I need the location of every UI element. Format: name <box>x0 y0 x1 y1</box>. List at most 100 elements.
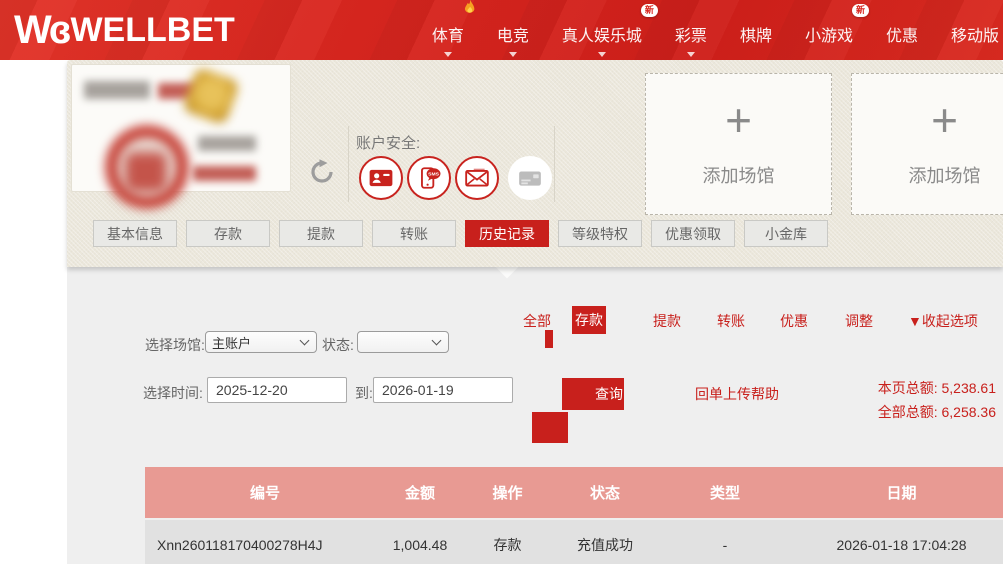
cell-transaction-id: Xnn260118170400278H4J <box>145 519 385 564</box>
filter-link-adjustment[interactable]: 调整 <box>845 311 873 331</box>
divider <box>348 126 349 202</box>
add-venue-label: 添加场馆 <box>909 162 981 188</box>
logo-text: WELLBET <box>70 8 234 52</box>
time-range-label: 选择时间: <box>143 383 203 403</box>
main-menu: 体育 电竞 新 真人娱乐城 彩票 棋牌 新 小游戏 <box>432 0 1001 60</box>
nav-item-sports[interactable]: 体育 <box>432 0 464 60</box>
table-row[interactable]: Xnn260118170400278H4J 1,004.48 存款 充值成功 -… <box>145 519 1003 564</box>
nav-label: 体育 <box>432 22 464 46</box>
blurred-account-line <box>198 136 256 151</box>
tab-vault[interactable]: 小金库 <box>744 220 828 247</box>
refresh-balance-button[interactable] <box>308 158 338 188</box>
collapse-options-link[interactable]: ▼收起选项 <box>908 311 978 331</box>
nav-label: 棋牌 <box>740 22 772 46</box>
nav-label: 真人娱乐城 <box>562 22 642 46</box>
bank-card-icon[interactable] <box>508 156 552 200</box>
vip-badge-icon <box>182 67 241 126</box>
all-total: 全部总额: 6,258.36 <box>878 400 996 424</box>
cell-date: 2026-01-18 17:04:28 <box>800 519 1003 564</box>
chevron-down-icon <box>598 52 606 57</box>
tab-transfer[interactable]: 转账 <box>372 220 456 247</box>
filter-link-all[interactable]: 全部 <box>523 311 551 331</box>
status-select-label: 状态: <box>322 335 354 355</box>
filter-link-transfer[interactable]: 转账 <box>717 311 745 331</box>
chevron-down-icon <box>509 52 517 57</box>
history-table: 编号 金额 操作 状态 类型 日期 Xnn260118170400278H4J … <box>145 467 1003 564</box>
header-cell-amount: 金额 <box>385 467 455 519</box>
plus-icon: + <box>931 100 958 140</box>
page: Wɞ WELLBET 体育 电竞 新 真人娱乐城 <box>0 0 1003 564</box>
id-card-icon[interactable] <box>359 156 403 200</box>
nav-item-esports[interactable]: 电竞 <box>497 0 529 60</box>
nav-label: 彩票 <box>675 22 707 46</box>
nav-item-mini-games[interactable]: 新 小游戏 <box>805 0 853 60</box>
chevron-down-icon <box>444 52 452 57</box>
nav-label: 电竞 <box>497 22 529 46</box>
tab-history[interactable]: 历史记录 <box>465 220 549 247</box>
sms-phone-icon[interactable]: SMS <box>407 156 451 200</box>
nav-item-promotions[interactable]: 优惠 <box>886 0 918 60</box>
chevron-down-icon <box>432 336 442 346</box>
flame-icon <box>463 0 477 22</box>
nav-item-mobile-version[interactable]: 移动版 <box>951 0 999 60</box>
tab-withdraw[interactable]: 提款 <box>279 220 363 247</box>
new-badge: 新 <box>852 4 869 17</box>
page-total-value: 5,238.61 <box>942 380 997 396</box>
add-venue-card[interactable]: + 添加场馆 <box>645 73 832 215</box>
plus-icon: + <box>725 100 752 140</box>
status-select[interactable] <box>357 331 449 353</box>
filter-link-withdraw[interactable]: 提款 <box>653 311 681 331</box>
nav-item-lottery[interactable]: 彩票 <box>675 0 707 60</box>
venue-select-value: 主账户 <box>212 333 297 352</box>
venue-select[interactable]: 主账户 <box>205 331 317 353</box>
nav-item-board-games[interactable]: 棋牌 <box>740 0 772 60</box>
page-total-label: 本页总额: <box>878 380 938 396</box>
chevron-down-icon <box>687 52 695 57</box>
nav-label: 小游戏 <box>805 22 853 46</box>
nav-item-live-casino[interactable]: 新 真人娱乐城 <box>562 0 642 60</box>
add-venue-label: 添加场馆 <box>703 162 775 188</box>
header-cell-status: 状态 <box>560 467 650 519</box>
account-panel: 账户安全: SMS <box>67 60 1003 267</box>
header-cell-date: 日期 <box>800 467 1003 519</box>
date-to-input[interactable] <box>373 377 513 403</box>
triangle-down-icon: ▼ <box>908 313 922 329</box>
mail-icon[interactable] <box>455 156 499 200</box>
divider <box>554 126 555 202</box>
to-label: 到: <box>355 383 373 403</box>
account-security-label: 账户安全: <box>356 132 420 153</box>
filter-link-deposit[interactable]: 存款 <box>572 306 606 334</box>
tab-promo-claim[interactable]: 优惠领取 <box>651 220 735 247</box>
all-total-value: 6,258.36 <box>942 404 997 420</box>
red-artifact-square <box>532 412 568 443</box>
nav-label: 移动版 <box>951 22 999 46</box>
tab-vip-privileges[interactable]: 等级特权 <box>558 220 642 247</box>
cell-status: 充值成功 <box>560 519 650 564</box>
account-tabs: 基本信息 存款 提款 转账 历史记录 等级特权 优惠领取 小金库 <box>93 220 828 247</box>
cell-amount: 1,004.48 <box>385 519 455 564</box>
filter-link-promo[interactable]: 优惠 <box>780 311 808 331</box>
all-total-label: 全部总额: <box>878 404 938 420</box>
top-navigation-bar: Wɞ WELLBET 体育 电竞 新 真人娱乐城 <box>0 0 1003 60</box>
svg-text:SMS: SMS <box>428 172 439 178</box>
add-venue-card[interactable]: + 添加场馆 <box>851 73 1003 215</box>
tab-deposit[interactable]: 存款 <box>186 220 270 247</box>
blurred-username <box>84 81 150 99</box>
cell-operation: 存款 <box>455 519 560 564</box>
date-from-input[interactable] <box>207 377 347 403</box>
nav-label: 优惠 <box>886 22 918 46</box>
page-total: 本页总额: 5,238.61 <box>878 376 996 400</box>
security-icons-row: SMS <box>359 156 552 200</box>
wellbet-logo[interactable]: Wɞ WELLBET <box>14 8 235 52</box>
header-cell-id: 编号 <box>145 467 385 519</box>
red-artifact-bar <box>545 330 553 348</box>
search-button[interactable]: 查询 <box>562 378 624 410</box>
cell-type: - <box>650 519 800 564</box>
tab-basic-info[interactable]: 基本信息 <box>93 220 177 247</box>
totals-summary: 本页总额: 5,238.61 全部总额: 6,258.36 <box>878 376 996 424</box>
receipt-upload-help-link[interactable]: 回单上传帮助 <box>695 384 779 404</box>
avatar-blur-core <box>125 152 167 192</box>
new-badge: 新 <box>641 4 658 17</box>
header-cell-operation: 操作 <box>455 467 560 519</box>
table-header-row: 编号 金额 操作 状态 类型 日期 <box>145 467 1003 519</box>
